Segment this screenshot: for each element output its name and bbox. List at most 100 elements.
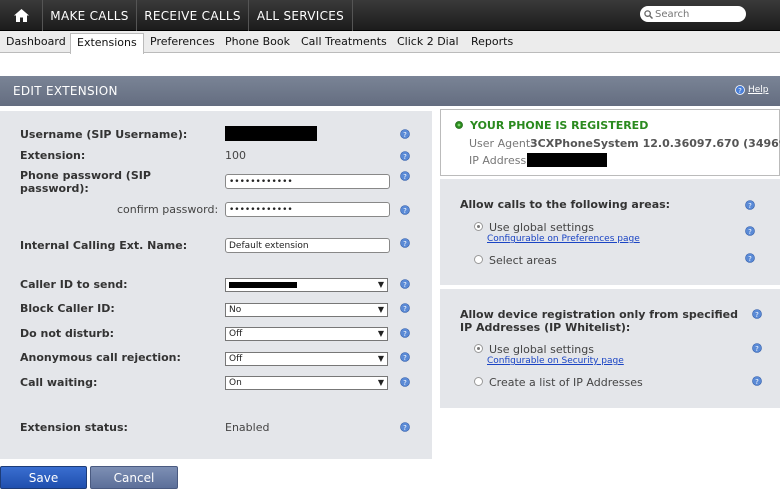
tab-phone-book[interactable]: Phone Book (225, 35, 290, 48)
do-not-disturb-label: Do not disturb: (20, 327, 114, 340)
help-icon[interactable]: ? (752, 376, 762, 386)
tab-preferences[interactable]: Preferences (150, 35, 215, 48)
caller-id-label: Caller ID to send: (20, 278, 128, 291)
nav-receive-calls[interactable]: RECEIVE CALLS (137, 0, 249, 31)
anonymous-rejection-label: Anonymous call rejection: (20, 351, 181, 364)
help-icon[interactable]: ? (745, 253, 755, 263)
areas-select-radio[interactable] (474, 255, 483, 264)
extension-status-value: Enabled (225, 421, 270, 434)
registration-status-title: YOUR PHONE IS REGISTERED (470, 119, 649, 132)
svg-text:?: ? (748, 202, 752, 210)
help-icon[interactable]: ? (400, 279, 410, 289)
help-label[interactable]: Help (748, 85, 769, 95)
svg-text:?: ? (403, 240, 407, 248)
svg-text:?: ? (738, 87, 742, 95)
username-redacted-value (225, 126, 317, 141)
svg-text:?: ? (748, 228, 752, 236)
help-icon[interactable]: ? (400, 129, 410, 139)
help-icon[interactable]: ? (400, 171, 410, 181)
block-caller-id-value: No (229, 305, 242, 315)
tab-click-2-dial[interactable]: Click 2 Dial (397, 35, 459, 48)
user-agent-label: User Agent: (469, 137, 534, 150)
whitelist-list-label: Create a list of IP Addresses (489, 376, 643, 389)
svg-text:?: ? (403, 424, 407, 432)
whitelist-global-label: Use global settings (489, 343, 594, 356)
help-icon[interactable]: ? (400, 303, 410, 313)
help-icon: ? (735, 85, 745, 95)
help-link[interactable]: ? Help (735, 85, 769, 95)
block-caller-id-select[interactable]: No ▼ (225, 303, 388, 317)
security-page-link[interactable]: Configurable on Security page (487, 356, 624, 366)
svg-text:?: ? (403, 173, 407, 181)
help-icon[interactable]: ? (745, 200, 755, 210)
svg-text:?: ? (748, 255, 752, 263)
tab-call-treatments[interactable]: Call Treatments (301, 35, 387, 48)
areas-global-radio[interactable] (474, 222, 483, 231)
preferences-page-link[interactable]: Configurable on Preferences page (487, 234, 640, 244)
internal-name-input[interactable] (225, 238, 390, 253)
phone-password-label-line2: password): (20, 182, 89, 195)
whitelist-global-radio[interactable] (474, 344, 483, 353)
anonymous-rejection-value: Off (229, 354, 243, 364)
svg-text:?: ? (755, 311, 759, 319)
phone-password-label-line1: Phone password (SIP (20, 169, 151, 182)
help-icon[interactable]: ? (400, 151, 410, 161)
extension-value: 100 (225, 149, 246, 162)
anonymous-rejection-select[interactable]: Off ▼ (225, 352, 388, 366)
whitelist-list-radio[interactable] (474, 377, 483, 386)
ip-whitelist-title-line2: IP Addresses (IP Whitelist): (460, 321, 631, 334)
help-icon[interactable]: ? (400, 205, 410, 215)
home-button[interactable] (0, 0, 43, 31)
sub-navigation: Dashboard Extensions Preferences Phone B… (0, 31, 780, 54)
top-navigation-bar: MAKE CALLS RECEIVE CALLS ALL SERVICES (0, 0, 780, 31)
svg-text:?: ? (755, 345, 759, 353)
nav-make-calls[interactable]: MAKE CALLS (43, 0, 137, 31)
help-icon[interactable]: ? (745, 226, 755, 236)
block-caller-id-label: Block Caller ID: (20, 302, 115, 315)
internal-name-label: Internal Calling Ext. Name: (20, 239, 188, 252)
ip-address-label: IP Address: (469, 154, 530, 167)
help-icon[interactable]: ? (400, 422, 410, 432)
svg-text:?: ? (403, 330, 407, 338)
allowed-areas-title: Allow calls to the following areas: (460, 198, 671, 211)
help-icon[interactable]: ? (400, 238, 410, 248)
caller-id-select[interactable]: ▼ (225, 278, 388, 292)
username-label: Username (SIP Username): (20, 128, 188, 141)
tab-dashboard[interactable]: Dashboard (6, 35, 66, 48)
dropdown-arrow-icon: ▼ (377, 280, 384, 289)
dropdown-arrow-icon: ▼ (377, 378, 384, 387)
nav-all-services[interactable]: ALL SERVICES (249, 0, 353, 31)
save-button[interactable]: Save (0, 466, 87, 489)
search-box[interactable] (640, 6, 746, 22)
do-not-disturb-select[interactable]: Off ▼ (225, 327, 388, 341)
call-waiting-select[interactable]: On ▼ (225, 376, 388, 390)
extension-status-label: Extension status: (20, 421, 128, 434)
help-icon[interactable]: ? (400, 377, 410, 387)
dropdown-arrow-icon: ▼ (377, 354, 384, 363)
caller-id-redacted-value (229, 282, 297, 288)
tab-reports[interactable]: Reports (471, 35, 513, 48)
svg-text:?: ? (403, 153, 407, 161)
search-input[interactable] (655, 8, 743, 20)
confirm-password-input[interactable] (225, 202, 390, 217)
help-icon[interactable]: ? (752, 309, 762, 319)
help-icon[interactable]: ? (400, 328, 410, 338)
ip-address-redacted-value (527, 153, 607, 167)
svg-text:?: ? (755, 378, 759, 386)
areas-global-label: Use global settings (489, 221, 594, 234)
phone-password-input[interactable] (225, 174, 390, 189)
call-waiting-value: On (229, 378, 242, 388)
dropdown-arrow-icon: ▼ (377, 305, 384, 314)
do-not-disturb-value: Off (229, 329, 243, 339)
dropdown-arrow-icon: ▼ (377, 329, 384, 338)
svg-text:?: ? (403, 207, 407, 215)
cancel-button[interactable]: Cancel (90, 466, 178, 489)
areas-select-label: Select areas (489, 254, 557, 267)
extension-label: Extension: (20, 149, 86, 162)
tab-extensions[interactable]: Extensions (70, 33, 144, 54)
ip-whitelist-title-line1: Allow device registration only from spec… (460, 308, 738, 321)
registered-status-icon (455, 121, 463, 129)
help-icon[interactable]: ? (400, 352, 410, 362)
help-icon[interactable]: ? (752, 343, 762, 353)
call-waiting-label: Call waiting: (20, 376, 98, 389)
